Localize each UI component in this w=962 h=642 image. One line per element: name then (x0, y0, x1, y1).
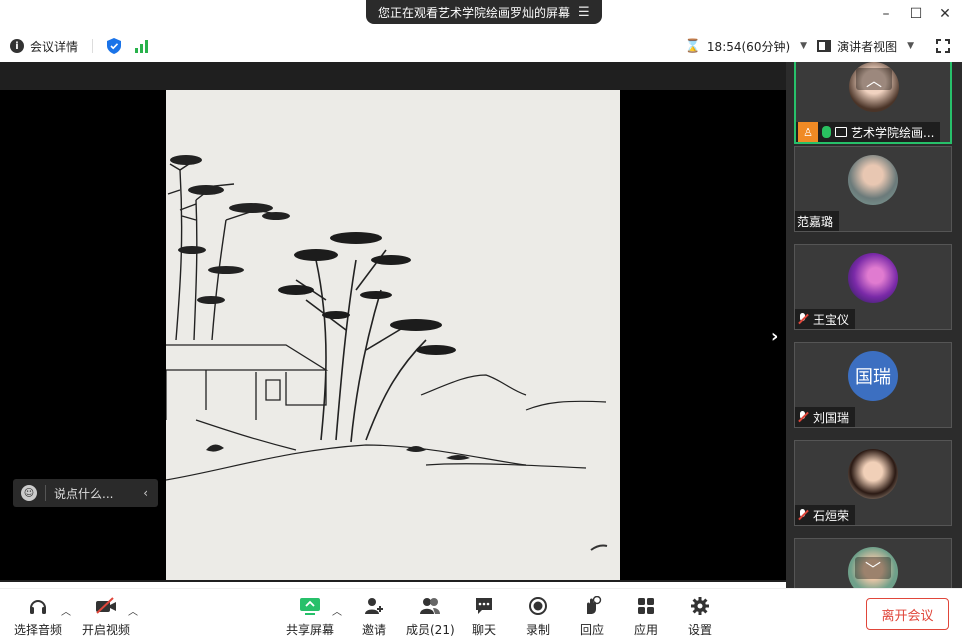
network-signal-icon[interactable] (135, 39, 149, 53)
share-screen-button[interactable]: 共享屏幕 (286, 595, 334, 638)
record-icon (527, 595, 549, 617)
menu-lines-icon[interactable]: ☰ (578, 5, 590, 20)
apps-label: 应用 (634, 623, 659, 637)
record-label: 录制 (526, 623, 551, 637)
collapse-gallery-chevron-icon[interactable]: › (771, 326, 778, 347)
view-mode-button[interactable]: 演讲者视图 ▼ (817, 38, 914, 55)
share-screen-icon (299, 595, 321, 617)
shared-drawing-image (166, 90, 620, 580)
avatar (848, 449, 898, 499)
reaction-icon (581, 595, 603, 617)
members-button[interactable]: 成员(21) (406, 595, 455, 638)
invite-button[interactable]: 邀请 (362, 595, 386, 638)
emoji-icon[interactable]: ☺ (21, 485, 37, 501)
participant-name: 范嘉璐 (797, 214, 834, 229)
participant-name: 艺术学院绘画... (851, 125, 935, 140)
divider (45, 485, 46, 501)
timer-text: 18:54(60分钟) (706, 39, 791, 54)
microphone-muted-icon (797, 313, 809, 325)
participant-tile[interactable]: ︿ ♙ 艺术学院绘画... (794, 62, 952, 144)
members-icon (419, 595, 441, 617)
add-user-icon (363, 595, 385, 617)
participant-name-bar: 范嘉璐 (795, 211, 840, 231)
meeting-timer[interactable]: ⌛ 18:54(60分钟) ▼ (685, 38, 807, 55)
settings-label: 设置 (688, 623, 713, 637)
participant-tile[interactable]: 石烜荣 (794, 440, 952, 526)
invite-label: 邀请 (362, 623, 387, 637)
headphones-icon (27, 595, 49, 617)
apps-icon (635, 595, 657, 617)
react-button[interactable]: 回应 (580, 595, 604, 638)
participant-name: 王宝仪 (813, 312, 850, 327)
view-mode-label: 演讲者视图 (837, 39, 898, 54)
chevron-up-icon[interactable]: ︿ (332, 603, 342, 618)
avatar: 国瑞 (848, 351, 898, 401)
close-button[interactable]: ✕ (935, 6, 955, 22)
participant-name-bar: 刘国瑞 (795, 407, 856, 427)
meeting-toolbar: 选择音频 ︿ 开启视频 ︿ 共享屏幕 ︿ 邀请 成员(21) 聊天 录制 回应 … (0, 588, 962, 642)
info-icon[interactable]: i (10, 39, 24, 53)
screen-share-icon (835, 127, 847, 137)
chat-button[interactable]: 聊天 (472, 595, 496, 638)
participant-name-bar: 石烜荣 (795, 505, 856, 525)
sharing-text: 您正在观看艺术学院绘画罗灿的屏幕 (378, 5, 571, 20)
video-label: 开启视频 (82, 623, 131, 637)
participant-tile[interactable]: 国瑞 刘国瑞 (794, 342, 952, 428)
audio-button[interactable]: 选择音频 (14, 595, 62, 638)
quick-chat-box[interactable]: ☺ 说点什么... ‹ (13, 479, 158, 507)
members-label: 成员(21) (406, 623, 455, 637)
chevron-left-icon[interactable]: ‹ (143, 486, 148, 500)
security-shield-icon[interactable] (107, 38, 122, 54)
scroll-down-chevron-icon[interactable]: ﹀ (855, 557, 891, 579)
screen-share-indicator[interactable]: 您正在观看艺术学院绘画罗灿的屏幕 ☰ (366, 0, 602, 24)
chevron-up-icon[interactable]: ︿ (128, 603, 138, 618)
hourglass-icon: ⌛ (684, 38, 701, 54)
record-button[interactable]: 录制 (526, 595, 550, 638)
participant-name-bar: 王宝仪 (795, 309, 856, 329)
apps-button[interactable]: 应用 (634, 595, 658, 638)
scroll-up-chevron-icon[interactable]: ︿ (856, 68, 892, 90)
microphone-muted-icon (797, 509, 809, 521)
shared-screen-area: ☺ 说点什么... ‹ (0, 62, 786, 582)
share-label: 共享屏幕 (286, 623, 335, 637)
video-button[interactable]: 开启视频 (82, 595, 130, 638)
settings-button[interactable]: 设置 (688, 595, 712, 638)
chevron-down-icon: ▼ (800, 41, 808, 51)
leave-meeting-button[interactable]: 离开会议 (866, 598, 949, 630)
participant-tile[interactable]: 范嘉璐 (794, 146, 952, 232)
minimize-button[interactable]: – (876, 6, 896, 22)
microphone-muted-icon (797, 411, 809, 423)
maximize-button[interactable]: ☐ (906, 6, 926, 22)
speaker-view-icon (817, 40, 832, 52)
microphone-on-icon (822, 126, 831, 138)
chat-icon (473, 595, 495, 617)
chevron-up-icon[interactable]: ︿ (61, 603, 71, 618)
host-icon: ♙ (798, 122, 818, 142)
meeting-info-bar: i 会议详情 ⌛ 18:54(60分钟) ▼ 演讲者视图 ▼ (0, 30, 962, 62)
participant-gallery[interactable]: ︿ ♙ 艺术学院绘画... 范嘉璐 王宝仪 国瑞 刘国瑞 石烜荣 ﹀ (786, 62, 962, 588)
meeting-details-link[interactable]: 会议详情 (30, 38, 78, 55)
participant-name: 刘国瑞 (813, 410, 850, 425)
chevron-down-icon: ▼ (907, 41, 914, 51)
react-label: 回应 (580, 623, 605, 637)
participant-tile[interactable]: ﹀ (794, 538, 952, 588)
participant-tile[interactable]: 王宝仪 (794, 244, 952, 330)
avatar (848, 155, 898, 205)
chat-placeholder[interactable]: 说点什么... (54, 485, 113, 502)
divider (92, 39, 94, 53)
chat-label: 聊天 (472, 623, 497, 637)
video-off-icon (95, 595, 117, 617)
participant-name: 石烜荣 (813, 508, 850, 523)
participant-name-bar: ♙ 艺术学院绘画... (796, 122, 941, 142)
audio-label: 选择音频 (14, 623, 63, 637)
title-bar: 您正在观看艺术学院绘画罗灿的屏幕 ☰ – ☐ ✕ (0, 0, 962, 30)
fullscreen-icon[interactable] (936, 39, 950, 53)
gear-icon (689, 595, 711, 617)
avatar (848, 253, 898, 303)
